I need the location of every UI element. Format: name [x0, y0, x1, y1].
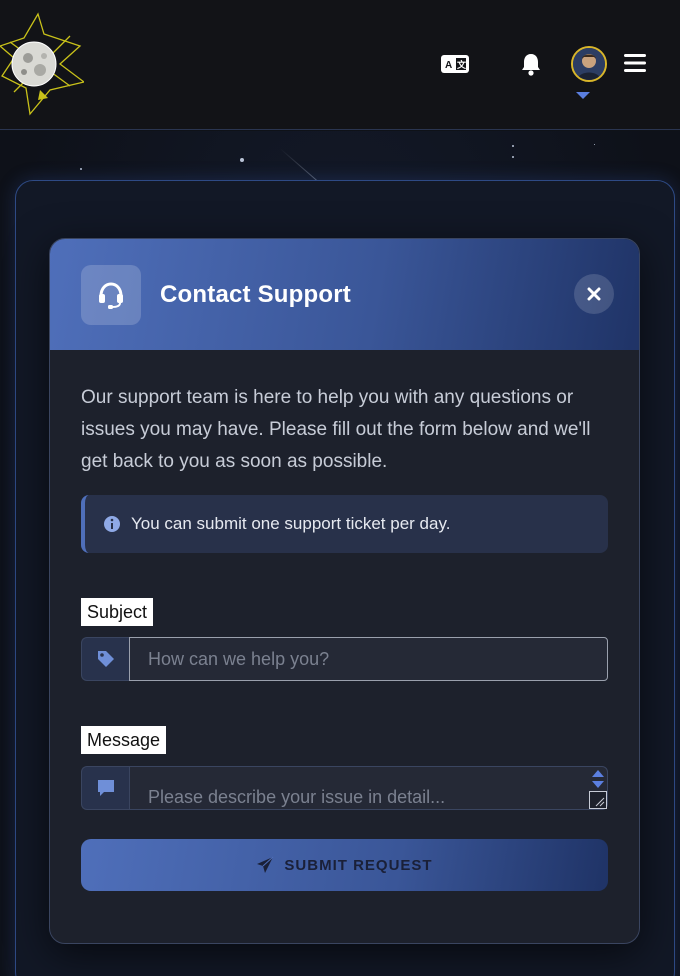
modal-title: Contact Support — [160, 281, 351, 308]
headset-icon — [81, 265, 141, 325]
info-notice-text: You can submit one support ticket per da… — [131, 514, 451, 533]
star — [240, 158, 244, 162]
bell-icon[interactable] — [518, 50, 544, 78]
star — [80, 168, 82, 170]
subject-field-group — [81, 637, 608, 681]
contact-support-modal: Contact Support Our support team is here… — [49, 238, 640, 944]
submit-request-label: SUBMIT REQUEST — [284, 856, 433, 874]
star — [512, 145, 514, 147]
close-icon — [587, 287, 601, 301]
svg-text:文: 文 — [456, 59, 467, 70]
top-navigation-bar: A 文 — [0, 0, 680, 130]
message-field-group — [81, 766, 608, 810]
subject-label: Subject — [81, 598, 154, 626]
subject-input[interactable] — [129, 637, 608, 681]
modal-header: Contact Support — [50, 239, 639, 350]
close-button[interactable] — [574, 274, 614, 314]
user-avatar[interactable] — [571, 46, 607, 82]
info-notice: You can submit one support ticket per da… — [81, 495, 608, 553]
info-icon — [103, 515, 121, 533]
svg-text:A: A — [445, 60, 452, 71]
submit-request-button[interactable]: SUBMIT REQUEST — [81, 839, 608, 891]
intro-text: Our support team is here to help you wit… — [81, 387, 591, 472]
avatar-dropdown-caret-icon[interactable] — [576, 92, 590, 100]
scrollbar-arrows[interactable] — [591, 768, 605, 790]
tag-icon — [81, 637, 129, 681]
translate-icon[interactable]: A 文 — [440, 52, 470, 76]
moon-logo[interactable] — [0, 12, 86, 116]
message-textarea[interactable] — [129, 766, 608, 810]
star — [594, 144, 595, 145]
hamburger-menu-icon[interactable] — [622, 52, 648, 74]
comment-icon — [81, 766, 129, 810]
star — [512, 156, 514, 158]
paper-plane-icon — [257, 856, 274, 873]
message-label: Message — [81, 726, 167, 754]
textarea-resize-handle[interactable] — [589, 791, 607, 809]
message-textarea-wrapper — [129, 766, 608, 810]
